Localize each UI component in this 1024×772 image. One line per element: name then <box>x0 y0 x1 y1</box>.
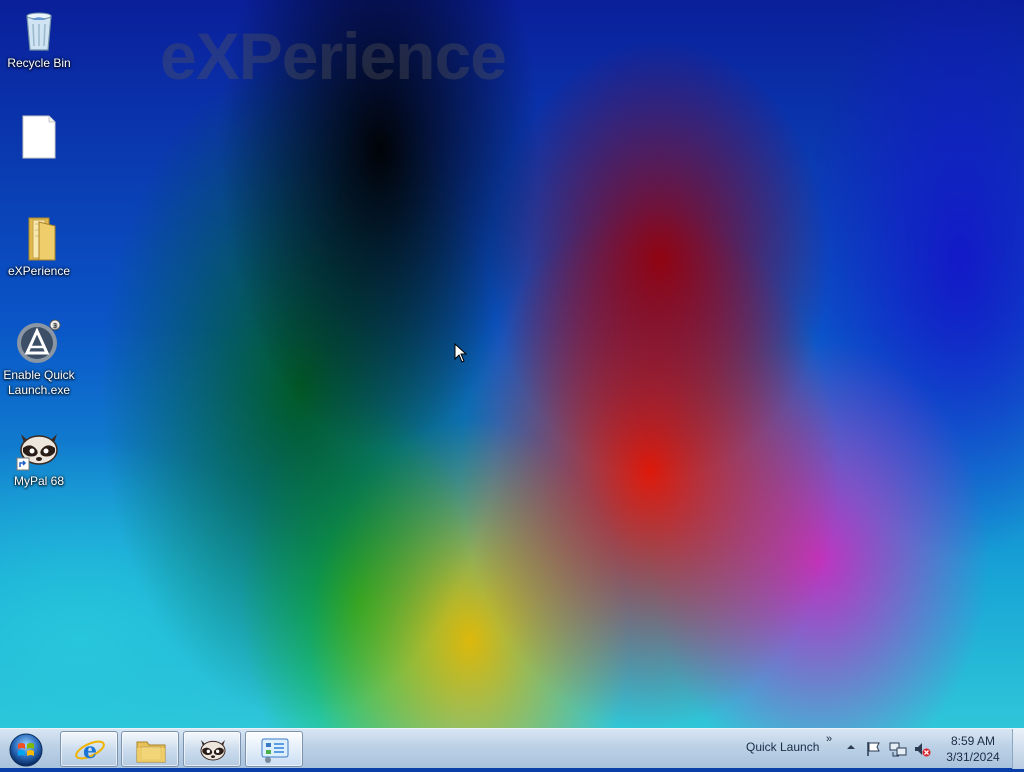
show-hidden-icons-chevron-icon[interactable] <box>846 742 856 752</box>
taskbar-internet-explorer-button[interactable]: e <box>60 731 118 767</box>
desktop-icon-mypal-68[interactable]: MyPal 68 <box>0 424 78 489</box>
desktop-icon-label: Recycle Bin <box>7 56 71 70</box>
show-desktop-button[interactable] <box>1012 729 1024 769</box>
network-icon[interactable] <box>889 740 907 758</box>
svg-text:3: 3 <box>53 322 57 330</box>
taskbar-control-panel-button[interactable] <box>245 731 303 767</box>
quick-launch-toolbar-label[interactable]: Quick Launch <box>746 740 819 754</box>
start-orb-icon <box>9 733 43 767</box>
quick-launch-chevron-icon[interactable]: » <box>826 733 832 745</box>
blank-document-icon <box>15 114 63 162</box>
system-clock[interactable]: 8:59 AM 3/31/2024 <box>942 733 1004 765</box>
recycle-bin-icon <box>15 6 63 54</box>
desktop-icon-label: Enable Quick Launch.exe <box>3 368 75 397</box>
wallpaper-watermark: eXPerience <box>160 19 507 93</box>
desktop-icon-experience-folder[interactable]: eXPerience <box>0 214 78 279</box>
action-center-flag-icon[interactable] <box>865 740 883 758</box>
desktop-icon-recycle-bin[interactable]: Recycle Bin <box>0 6 78 71</box>
desktop-wallpaper[interactable]: eXPerience Recycle Bin eXPerience 3 Enab… <box>0 0 1024 728</box>
desktop-icon-document[interactable] <box>0 114 78 164</box>
svg-text:e: e <box>83 738 97 764</box>
clock-date: 3/31/2024 <box>946 750 1000 764</box>
start-button[interactable] <box>4 731 48 767</box>
taskbar: e Quick Launch » 8:59 AM 3/31/2024 <box>0 728 1024 769</box>
desktop-icon-enable-quick-launch[interactable]: 3 Enable Quick Launch.exe <box>0 318 78 398</box>
internet-explorer-icon: e <box>75 738 105 764</box>
taskbar-file-explorer-button[interactable] <box>121 731 179 767</box>
desktop-icon-label: MyPal 68 <box>13 474 65 488</box>
taskbar-mypal-button[interactable] <box>183 731 241 767</box>
control-panel-icon <box>261 738 289 763</box>
mouse-cursor-icon <box>454 343 468 363</box>
volume-muted-icon[interactable] <box>913 740 931 758</box>
mypal-raccoon-icon <box>15 424 63 472</box>
mypal-raccoon-icon <box>200 740 226 761</box>
folder-icon <box>15 214 63 262</box>
file-explorer-icon <box>136 741 166 763</box>
autoit-exe-icon: 3 <box>15 318 63 366</box>
desktop-icon-label: eXPerience <box>7 264 71 278</box>
clock-time: 8:59 AM <box>950 734 996 748</box>
